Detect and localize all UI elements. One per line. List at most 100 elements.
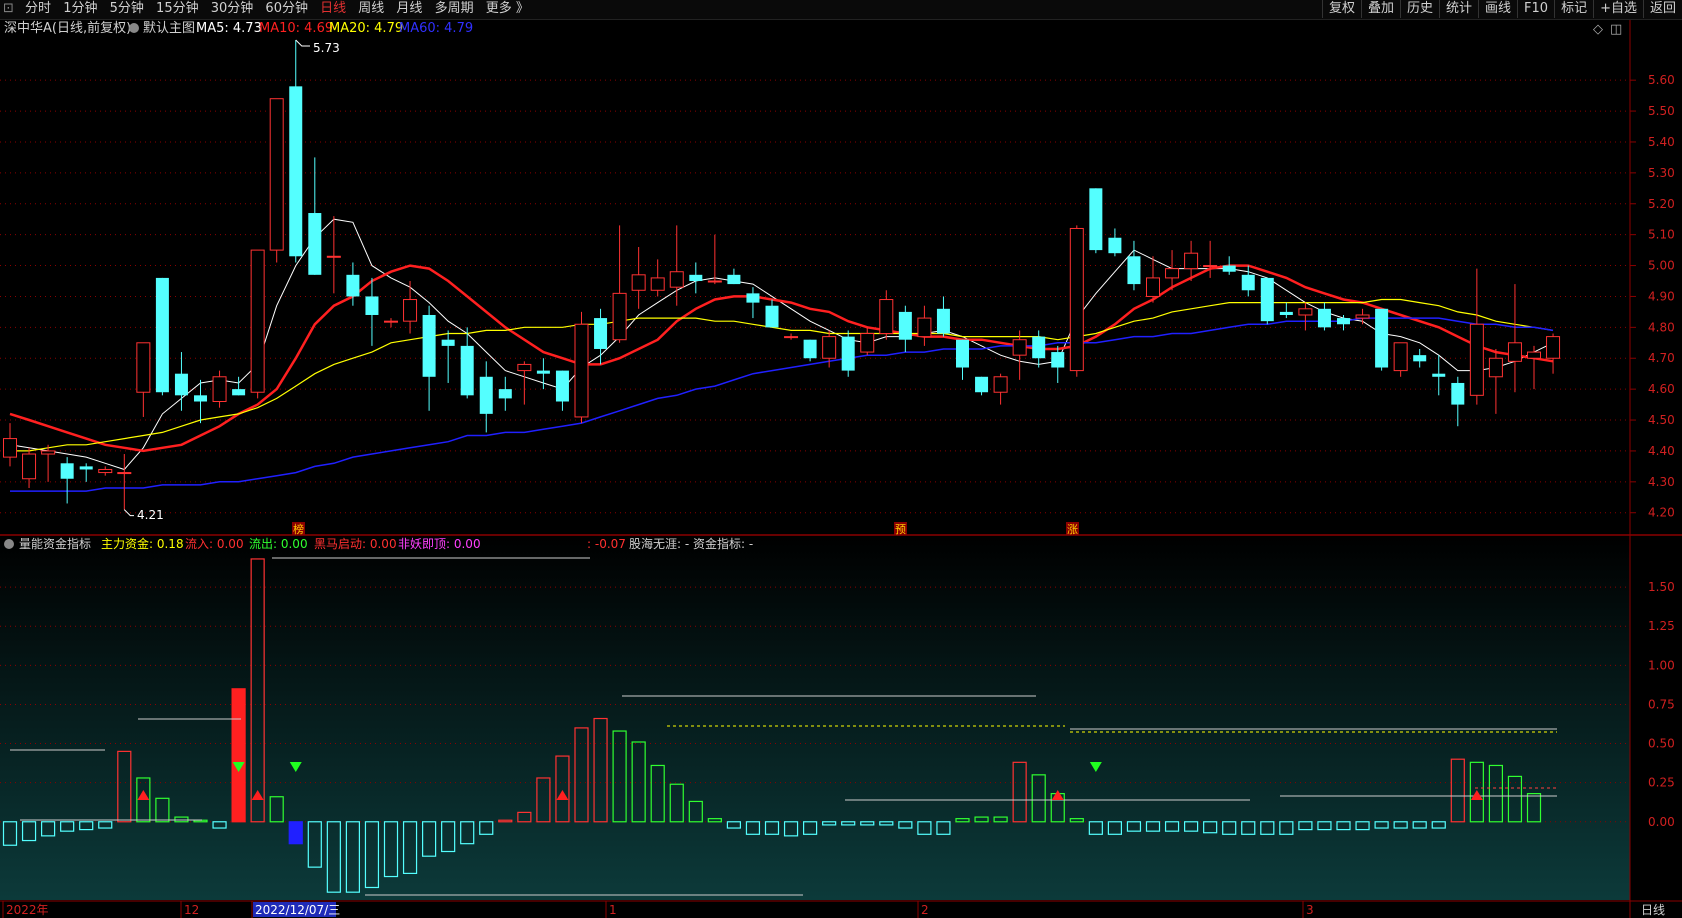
lr-label: 流入: 0.00 <box>185 537 244 551</box>
candle-body <box>1317 308 1331 328</box>
y-tick-label: 0.50 <box>1648 737 1675 751</box>
low-label: 4.21 <box>137 508 164 522</box>
hmqd-label: 黑马启动: 0.00 <box>314 537 397 551</box>
candle <box>1032 330 1046 368</box>
candle-body <box>346 274 360 297</box>
candle-body <box>1546 336 1561 359</box>
candle <box>117 454 132 510</box>
candle-body <box>746 293 760 303</box>
y-tick-label: 4.30 <box>1648 475 1675 489</box>
candle-body <box>1051 352 1065 368</box>
candle <box>136 342 151 417</box>
panel-toggle-icon[interactable]: ◫ <box>1610 22 1622 37</box>
candle-body <box>3 438 17 458</box>
candle <box>308 157 322 275</box>
candle <box>498 376 512 411</box>
main-legend: 深中华A(日线,前复权) 默认主图 MA5: 4.73 MA10: 4.69 M… <box>4 20 1622 37</box>
candle-body <box>1165 268 1180 279</box>
candle-body <box>1260 277 1274 322</box>
candle <box>1432 355 1446 396</box>
x-tick-label: 12 <box>184 903 199 917</box>
y-tick-label: 1.25 <box>1648 619 1675 633</box>
candle <box>993 373 1008 405</box>
candle <box>422 305 436 411</box>
candle-body <box>898 311 912 340</box>
indicator-name[interactable]: 量能资金指标 <box>19 536 91 551</box>
candle <box>898 305 912 353</box>
candle <box>727 268 741 285</box>
zjzb-label: 资金指标: - <box>693 536 753 551</box>
candle <box>841 330 855 377</box>
stock-title: 深中华A(日线,前复权) <box>4 20 131 36</box>
candle <box>765 299 779 328</box>
ma5-label: MA5: 4.73 <box>196 21 262 36</box>
indicator-bar <box>288 821 303 845</box>
template-dropdown-icon[interactable] <box>129 23 139 33</box>
candle-body <box>1413 355 1427 362</box>
candle <box>1279 302 1293 319</box>
diamond-icon[interactable]: ◇ <box>1593 22 1603 37</box>
indicator-bar <box>231 688 246 823</box>
candle <box>1507 284 1522 393</box>
candle <box>1069 225 1084 377</box>
candle-body <box>384 320 398 323</box>
zlzj-label: 主力资金: 0.18 <box>101 536 184 551</box>
candle <box>1469 268 1484 405</box>
candle-body <box>79 466 93 470</box>
chart-area[interactable]: 5.60 5.50 5.40 5.30 5.20 5.10 5.00 4.90 4.80 4.70… <box>0 0 1682 918</box>
sub-y-axis: 1.50 1.25 1.00 0.75 0.50 0.25 0.00 <box>1648 580 1675 829</box>
candle-body <box>1032 336 1046 359</box>
candle <box>975 376 989 396</box>
candle <box>689 262 703 294</box>
candle-body <box>841 336 855 371</box>
candle <box>365 277 379 346</box>
candle-body <box>1507 342 1522 362</box>
candle-body <box>784 336 799 339</box>
candle <box>289 40 303 263</box>
candle <box>1298 302 1313 331</box>
candle <box>1012 330 1027 380</box>
ma-line-ma5 <box>9 218 1554 471</box>
candle-body <box>975 376 989 393</box>
y-tick-label: 1.50 <box>1648 580 1675 594</box>
candle <box>403 281 418 334</box>
candle-body <box>460 345 474 396</box>
candle <box>555 370 569 411</box>
candle <box>3 423 17 467</box>
y-tick-label: 0.25 <box>1648 776 1675 790</box>
candle <box>326 216 341 294</box>
candle <box>746 287 760 319</box>
candle <box>1488 348 1503 414</box>
candle <box>1413 348 1427 368</box>
candle-body <box>1432 373 1446 377</box>
y-tick-label: 5.00 <box>1648 259 1675 273</box>
candle <box>1375 308 1389 371</box>
candle <box>1527 345 1541 390</box>
candle-body <box>41 450 56 455</box>
candle-body <box>1355 314 1370 319</box>
candle <box>232 376 246 396</box>
marker-bang: 榜 <box>293 522 304 536</box>
y-tick-label: 4.20 <box>1648 506 1675 520</box>
candle-body <box>1089 188 1103 251</box>
candle-body <box>22 453 37 480</box>
candle <box>98 466 113 476</box>
indicator-dropdown-icon[interactable] <box>4 539 14 549</box>
candle <box>594 308 608 365</box>
candle <box>707 234 722 285</box>
candle-body <box>1279 311 1293 315</box>
candle-body <box>1108 237 1122 254</box>
candle-body <box>1393 342 1408 372</box>
candle-body <box>879 299 894 335</box>
candle <box>269 98 284 263</box>
candle-body <box>1298 308 1313 316</box>
candle <box>631 247 646 309</box>
candle <box>79 463 93 482</box>
candle-body <box>98 468 113 474</box>
candle <box>1108 228 1122 257</box>
template-name[interactable]: 默认主图 <box>143 20 195 36</box>
candle <box>1393 342 1408 377</box>
candle <box>1146 256 1160 303</box>
candle-body <box>594 318 608 349</box>
candle <box>384 318 398 328</box>
